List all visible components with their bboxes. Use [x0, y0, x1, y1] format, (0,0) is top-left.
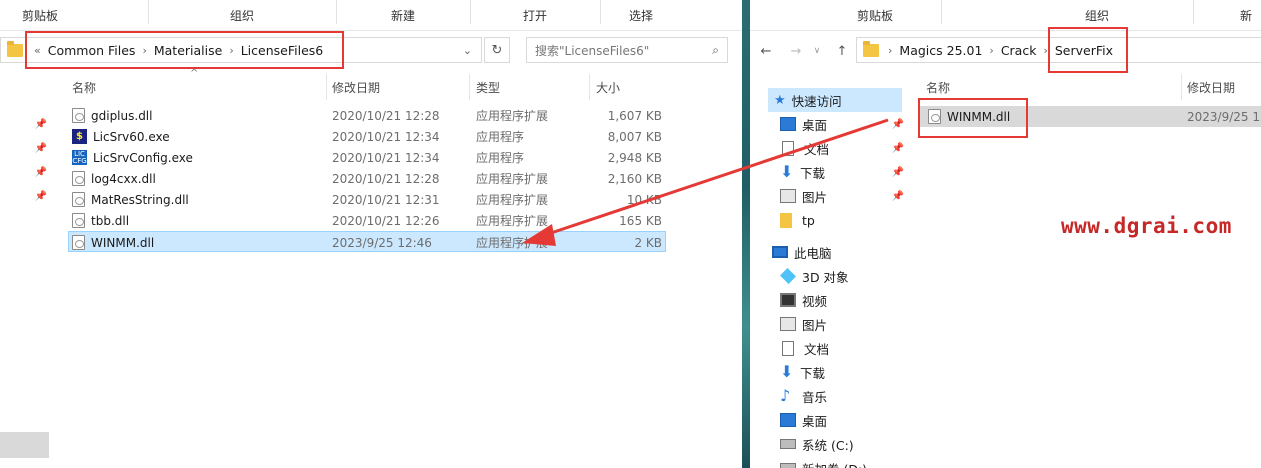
arrow-line — [541, 118, 889, 238]
arrow-head-icon — [522, 224, 556, 246]
watermark-text: www.dgrai.com — [1061, 214, 1232, 238]
